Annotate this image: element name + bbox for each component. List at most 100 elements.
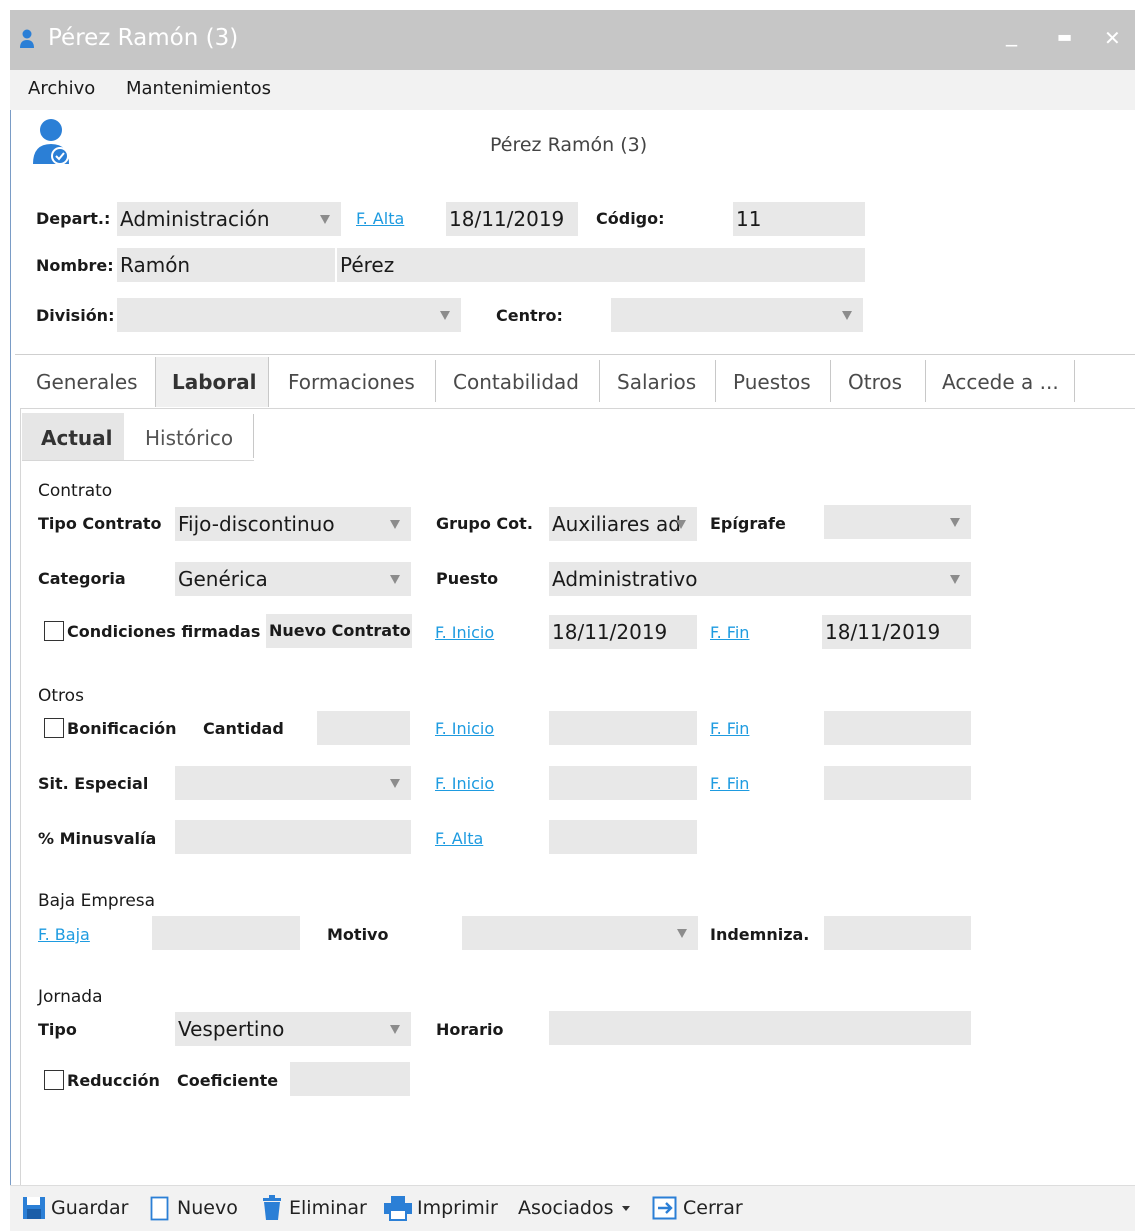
minus-falta-field[interactable] [549, 820, 697, 854]
tab-puestos[interactable]: Puestos [733, 370, 811, 394]
centro-select[interactable] [611, 298, 863, 332]
falta-value: 18/11/2019 [449, 207, 565, 231]
sit-especial-label: Sit. Especial [38, 774, 149, 793]
eliminar-button[interactable]: Eliminar [289, 1197, 367, 1219]
sit-finicio-field[interactable] [549, 766, 697, 800]
apellido-field[interactable]: Pérez [337, 248, 865, 282]
categoria-select[interactable]: Genérica [175, 562, 411, 596]
tab-contabilidad[interactable]: Contabilidad [453, 370, 579, 394]
grupo-cot-select[interactable]: Auxiliares ad [549, 507, 697, 541]
division-select[interactable] [117, 298, 461, 332]
tab-accede[interactable]: Accede a ... [942, 370, 1059, 394]
tab-laboral[interactable]: Laboral [172, 370, 257, 394]
tab-otros[interactable]: Otros [848, 370, 902, 394]
tipo-contrato-value: Fijo-discontinuo [178, 512, 335, 536]
epigrafe-label: Epígrafe [710, 514, 786, 533]
horario-field[interactable] [549, 1011, 971, 1045]
contrato-finicio-field[interactable]: 18/11/2019 [549, 615, 697, 649]
reduccion-checkbox[interactable] [44, 1070, 64, 1090]
falta-field[interactable]: 18/11/2019 [446, 202, 578, 236]
puesto-label: Puesto [436, 569, 499, 588]
horario-label: Horario [436, 1020, 504, 1039]
depart-value: Administración [120, 207, 270, 231]
reduccion-label: Reducción [67, 1071, 160, 1090]
coeficiente-field[interactable] [290, 1062, 410, 1096]
codigo-field[interactable]: 11 [733, 202, 865, 236]
tab-formaciones[interactable]: Formaciones [288, 370, 415, 394]
close-button[interactable]: ✕ [1104, 26, 1121, 50]
condiciones-label: Condiciones firmadas [67, 622, 261, 641]
nuevo-contrato-label: Nuevo Contrato [269, 621, 411, 640]
contrato-ffin-link[interactable]: F. Fin [710, 623, 749, 642]
sit-especial-select[interactable] [175, 766, 411, 800]
chevron-down-icon [622, 1206, 630, 1211]
indemniza-field[interactable] [824, 916, 971, 950]
grupo-cot-label: Grupo Cot. [436, 514, 533, 533]
trash-icon [263, 1195, 281, 1220]
cantidad-field[interactable] [317, 711, 410, 745]
jornada-section-title: Jornada [38, 987, 103, 1007]
depart-select[interactable]: Administración [117, 202, 341, 236]
tab-generales[interactable]: Generales [36, 370, 138, 394]
contrato-finicio-value: 18/11/2019 [552, 620, 668, 644]
subtab-actual[interactable]: Actual [41, 426, 112, 450]
fbaja-link[interactable]: F. Baja [38, 925, 90, 944]
minus-falta-link[interactable]: F. Alta [435, 829, 483, 848]
jornada-tipo-select[interactable]: Vespertino [175, 1012, 411, 1046]
contrato-finicio-link[interactable]: F. Inicio [435, 623, 494, 642]
puesto-select[interactable]: Administrativo [549, 562, 971, 596]
tipo-contrato-label: Tipo Contrato [38, 514, 162, 533]
imprimir-button[interactable]: Imprimir [417, 1197, 498, 1219]
nuevo-contrato-button[interactable]: Nuevo Contrato [266, 614, 412, 648]
minusvalia-field[interactable] [175, 820, 411, 854]
sit-finicio-link[interactable]: F. Inicio [435, 774, 494, 793]
grupo-cot-value: Auxiliares ad [552, 512, 681, 536]
bonif-ffin-link[interactable]: F. Fin [710, 719, 749, 738]
tab-separator [599, 360, 600, 402]
jornada-tipo-label: Tipo [38, 1020, 77, 1039]
bonif-finicio-field[interactable] [549, 711, 697, 745]
epigrafe-select[interactable] [824, 505, 971, 539]
contrato-ffin-value: 18/11/2019 [825, 620, 941, 644]
guardar-button[interactable]: Guardar [51, 1197, 128, 1219]
nombre-label: Nombre: [36, 256, 114, 275]
bonificacion-label: Bonificación [67, 719, 177, 738]
falta-link[interactable]: F. Alta [356, 209, 404, 228]
nombre-field[interactable]: Ramón [117, 248, 335, 282]
contrato-ffin-field[interactable]: 18/11/2019 [822, 615, 971, 649]
baja-section-title: Baja Empresa [38, 891, 156, 911]
bonificacion-checkbox[interactable] [44, 718, 64, 738]
motivo-select[interactable] [462, 916, 698, 950]
user-icon [20, 29, 34, 48]
menu-mantenimientos[interactable]: Mantenimientos [126, 78, 271, 99]
tab-separator [435, 360, 436, 402]
apellido-value: Pérez [340, 253, 395, 277]
save-icon [23, 1197, 45, 1219]
tab-salarios[interactable]: Salarios [617, 370, 696, 394]
centro-label: Centro: [496, 306, 563, 325]
condiciones-checkbox[interactable] [44, 621, 64, 641]
window-title: Pérez Ramón (3) [48, 25, 239, 51]
user-check-icon [33, 119, 69, 165]
subtab-historico[interactable]: Histórico [145, 426, 233, 450]
tab-strip-top-border [15, 354, 1135, 355]
bonif-ffin-field[interactable] [824, 711, 971, 745]
tab-separator [925, 360, 926, 402]
maximize-button[interactable]: ▬ [1057, 27, 1072, 46]
minusvalia-label: % Minusvalía [38, 829, 157, 848]
minimize-button[interactable]: _ [1006, 22, 1017, 47]
bonif-finicio-link[interactable]: F. Inicio [435, 719, 494, 738]
sit-ffin-field[interactable] [824, 766, 971, 800]
fbaja-field[interactable] [152, 916, 300, 950]
tab-separator [1074, 360, 1075, 402]
nombre-value: Ramón [120, 253, 191, 277]
motivo-label: Motivo [327, 925, 389, 944]
nuevo-button[interactable]: Nuevo [177, 1197, 238, 1219]
sit-ffin-link[interactable]: F. Fin [710, 774, 749, 793]
tipo-contrato-select[interactable]: Fijo-discontinuo [175, 507, 411, 541]
cerrar-button[interactable]: Cerrar [683, 1197, 743, 1219]
title-bar[interactable]: Pérez Ramón (3) _ ▬ ✕ [10, 10, 1135, 70]
menu-archivo[interactable]: Archivo [28, 78, 95, 99]
asociados-button[interactable]: Asociados [518, 1197, 613, 1219]
depart-label: Depart.: [36, 209, 111, 228]
